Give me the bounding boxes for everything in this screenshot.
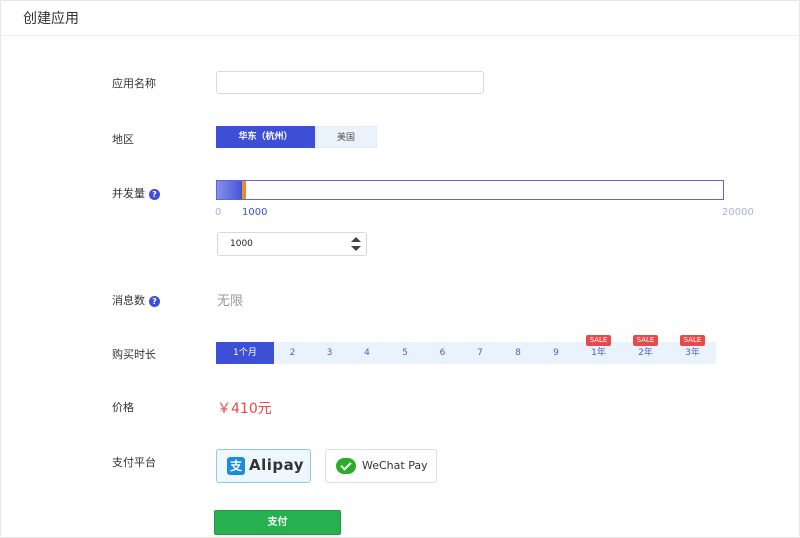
- duration-option-2[interactable]: 2: [274, 342, 311, 364]
- duration-option-8[interactable]: 8: [499, 342, 537, 364]
- duration-option-1-month[interactable]: 1个月: [216, 342, 274, 364]
- payment-label: 支付平台: [112, 456, 156, 469]
- spinner-down-icon[interactable]: [351, 246, 361, 251]
- messages-value: 无限: [217, 294, 244, 309]
- concurrency-label: 并发量?: [112, 185, 160, 201]
- concurrency-label-text: 并发量: [112, 187, 145, 200]
- messages-label-text: 消息数: [112, 294, 145, 307]
- panel-header: 创建应用: [0, 0, 800, 36]
- wechat-pay-button[interactable]: WeChat Pay: [325, 449, 437, 483]
- duration-option-6[interactable]: 6: [424, 342, 461, 364]
- concurrency-slider[interactable]: [216, 180, 724, 200]
- duration-option-5[interactable]: 5: [386, 342, 424, 364]
- region-label: 地区: [112, 133, 134, 146]
- sale-badge: SALE: [680, 335, 705, 346]
- slider-max-label: 20000: [722, 207, 754, 218]
- region-option-east-china[interactable]: 华东（杭州）: [216, 126, 315, 148]
- price-label: 价格: [112, 401, 134, 414]
- app-name-label: 应用名称: [112, 77, 156, 90]
- region-option-usa[interactable]: 美国: [315, 126, 377, 148]
- price-value: ￥410元: [217, 401, 272, 417]
- slider-handle[interactable]: [242, 181, 246, 199]
- duration-option-7[interactable]: 7: [461, 342, 499, 364]
- spinner-icon[interactable]: [351, 237, 361, 251]
- pay-button[interactable]: 支付: [214, 510, 341, 535]
- concurrency-number-input[interactable]: 1000: [217, 232, 367, 256]
- slider-min-label: 0: [215, 207, 222, 218]
- alipay-button[interactable]: 支 Alipay: [216, 449, 311, 483]
- page-title: 创建应用: [23, 11, 79, 27]
- sale-badge: SALE: [633, 335, 658, 346]
- concurrency-input-value: 1000: [230, 239, 253, 249]
- duration-option-3[interactable]: 3: [311, 342, 348, 364]
- help-icon[interactable]: ?: [149, 295, 160, 307]
- alipay-text: Alipay: [249, 456, 305, 474]
- slider-fill: [217, 181, 244, 199]
- wechat-icon: [336, 458, 356, 474]
- app-name-input[interactable]: [216, 71, 484, 94]
- duration-option-4[interactable]: 4: [348, 342, 386, 364]
- slider-current-label: 1000: [242, 207, 268, 218]
- alipay-icon: 支: [227, 457, 245, 475]
- messages-label: 消息数?: [112, 292, 160, 308]
- help-icon[interactable]: ?: [149, 188, 160, 200]
- wechat-pay-text: WeChat Pay: [362, 459, 428, 472]
- sale-badge: SALE: [586, 335, 611, 346]
- duration-label: 购买时长: [112, 348, 156, 361]
- duration-option-9[interactable]: 9: [537, 342, 575, 364]
- spinner-up-icon[interactable]: [351, 237, 361, 242]
